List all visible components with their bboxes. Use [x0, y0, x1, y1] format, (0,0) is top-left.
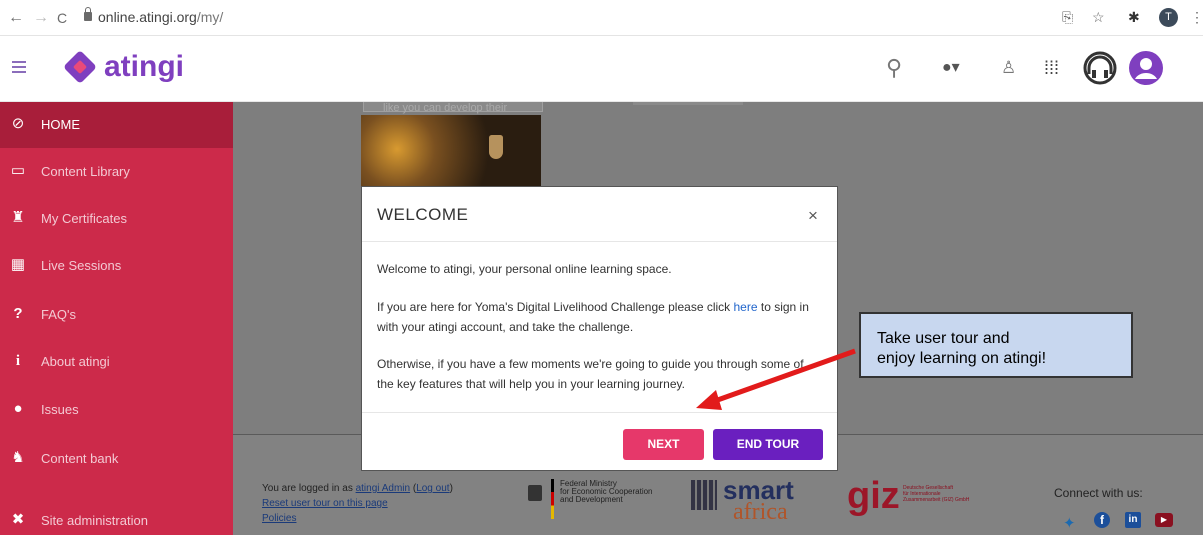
- annotation-arrow: [696, 348, 856, 410]
